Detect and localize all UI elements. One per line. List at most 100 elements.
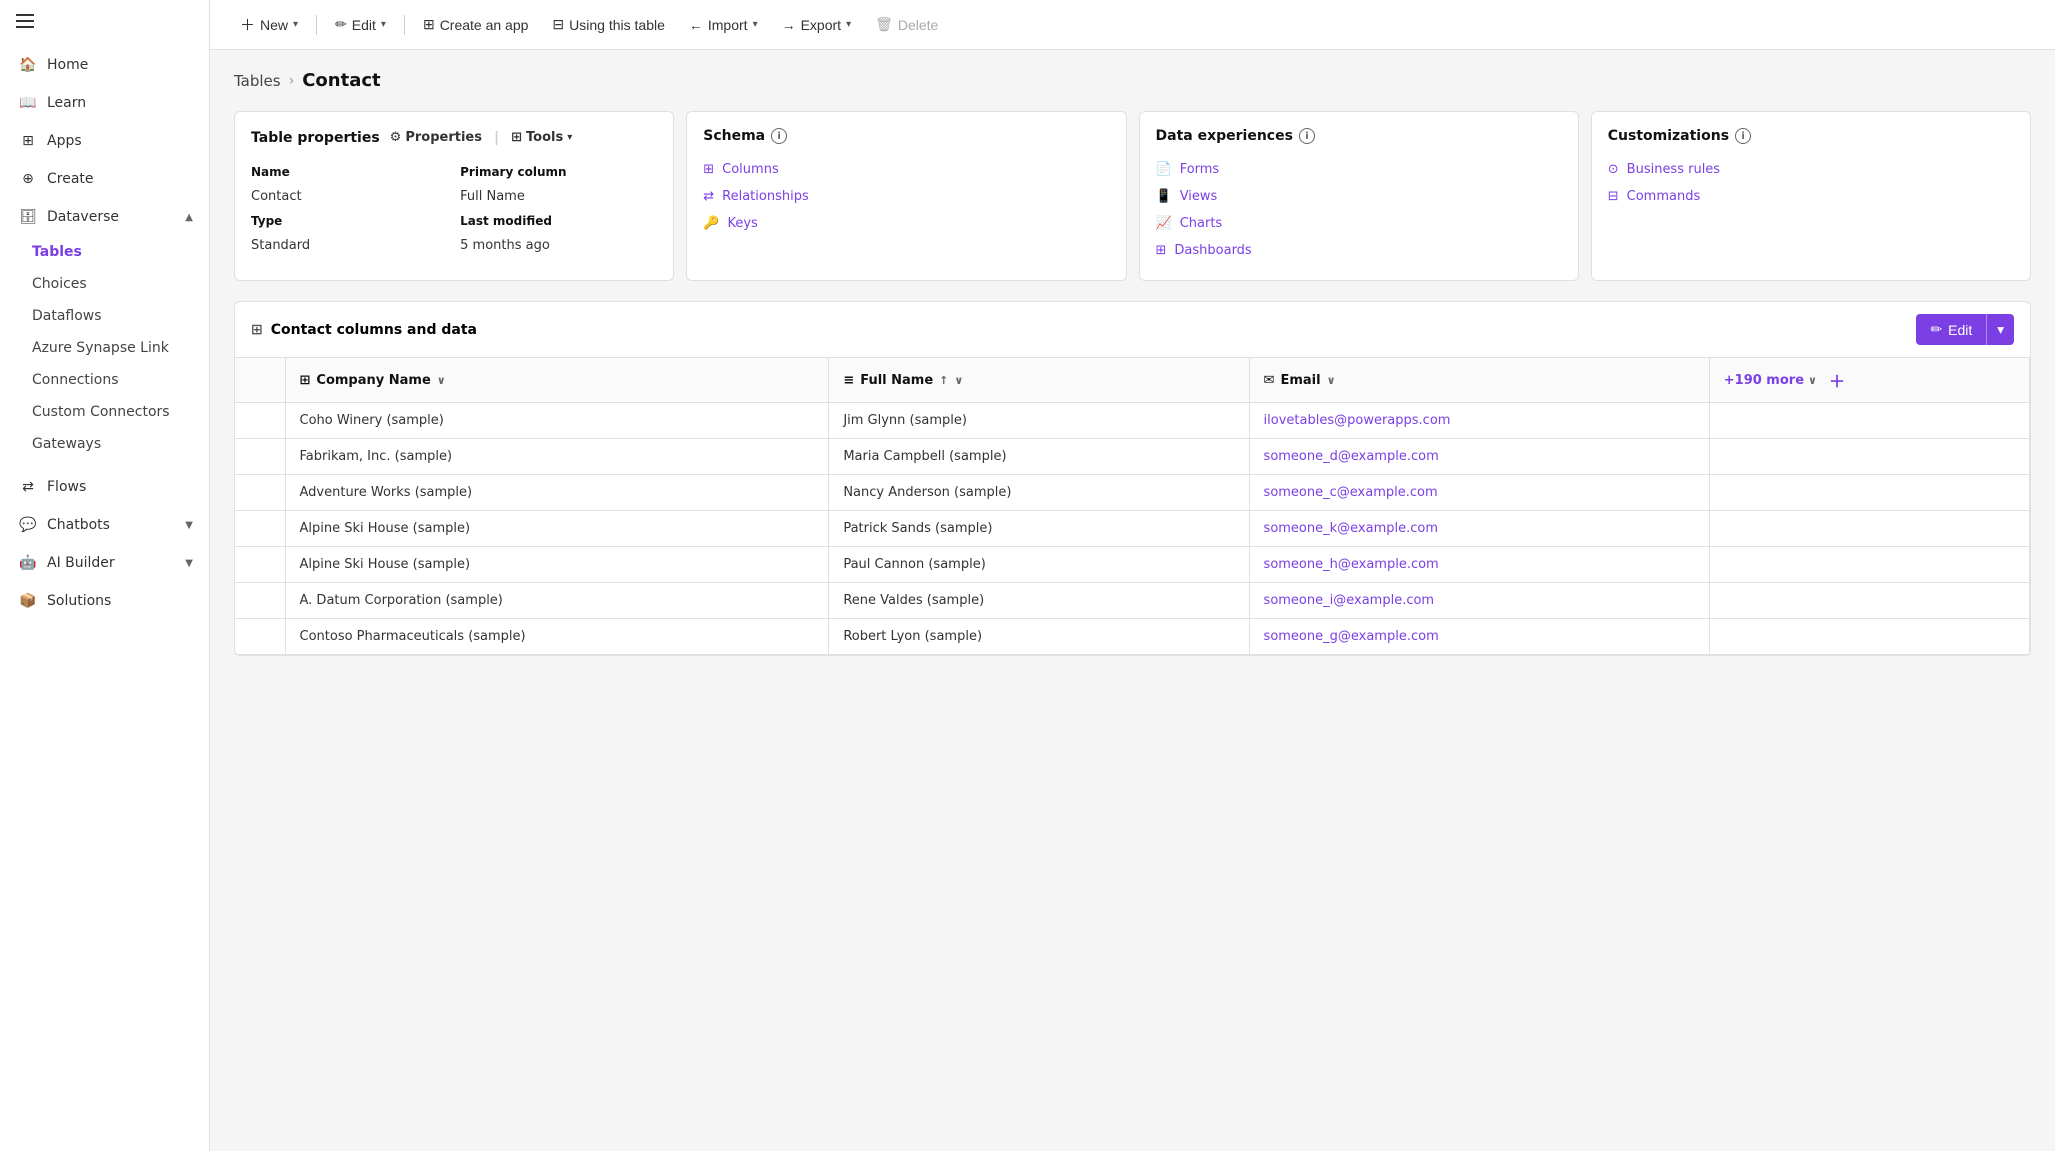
fullname-sort-icon: ∨ <box>954 374 963 387</box>
sidebar-item-flows[interactable]: ⇄ Flows <box>0 468 209 506</box>
row-fullname: Jim Glynn (sample) <box>829 403 1249 439</box>
tools-button[interactable]: ⊞ Tools ▾ <box>507 128 576 147</box>
data-edit-button[interactable]: ✏ Edit <box>1916 314 1986 345</box>
ai-icon: 🤖 <box>19 554 37 572</box>
th-more-cols[interactable]: +190 more ∨ ＋ <box>1709 358 2029 403</box>
data-table-section: ⊞ Contact columns and data ✏ Edit ▾ <box>234 301 2031 656</box>
forms-link[interactable]: 📄 Forms <box>1156 156 1562 183</box>
dataverse-chevron-icon: ▲ <box>185 212 193 223</box>
sidebar-item-create[interactable]: ⊕ Create <box>0 160 209 198</box>
data-experiences-title: Data experiences i <box>1156 128 1562 144</box>
row-extra <box>1709 403 2029 439</box>
columns-link[interactable]: ⊞ Columns <box>703 156 1109 183</box>
fullname-sort-asc-icon: ↑ <box>939 374 948 387</box>
row-email: someone_c@example.com <box>1249 475 1709 511</box>
relationships-link[interactable]: ⇄ Relationships <box>703 183 1109 210</box>
sidebar-item-custom-connectors[interactable]: Custom Connectors <box>0 396 209 428</box>
properties-button[interactable]: ⚙ Properties <box>386 128 486 147</box>
sidebar-item-learn[interactable]: 📖 Learn <box>0 84 209 122</box>
using-table-button[interactable]: ⊟ Using this table <box>542 10 674 39</box>
type-label: Type <box>251 214 448 228</box>
business-rules-icon: ⊙ <box>1608 162 1619 177</box>
row-email: someone_k@example.com <box>1249 511 1709 547</box>
table-header-row: ⊞ Company Name ∨ ≡ Full Name ↑ ∨ <box>235 358 2030 403</box>
sidebar-item-gateways[interactable]: Gateways <box>0 428 209 460</box>
row-company: Alpine Ski House (sample) <box>285 511 829 547</box>
sidebar-bottom-nav: ⇄ Flows 💬 Chatbots ▼ 🤖 AI Builder ▼ 📦 So… <box>0 464 209 624</box>
commands-link[interactable]: ⊟ Commands <box>1608 183 2014 210</box>
business-rules-link[interactable]: ⊙ Business rules <box>1608 156 2014 183</box>
forms-icon: 📄 <box>1156 162 1172 177</box>
views-link[interactable]: 📱 Views <box>1156 183 1562 210</box>
row-checkbox-cell <box>235 439 285 475</box>
import-icon: ← <box>689 17 703 33</box>
row-email: someone_d@example.com <box>1249 439 1709 475</box>
th-fullname[interactable]: ≡ Full Name ↑ ∨ <box>829 358 1249 403</box>
dashboards-link[interactable]: ⊞ Dashboards <box>1156 237 1562 264</box>
create-app-icon: ⊞ <box>423 16 435 33</box>
sidebar-item-choices[interactable]: Choices <box>0 268 209 300</box>
delete-icon: 🗑 <box>875 16 893 33</box>
edit-button[interactable]: ✏ Edit ▾ <box>325 10 396 39</box>
toolbar: ＋ New ▾ ✏ Edit ▾ ⊞ Create an app ⊟ Using… <box>210 0 2055 50</box>
main-content: ＋ New ▾ ✏ Edit ▾ ⊞ Create an app ⊟ Using… <box>210 0 2055 1151</box>
sidebar-item-home[interactable]: 🏠 Home <box>0 46 209 84</box>
table-row: Adventure Works (sample)Nancy Anderson (… <box>235 475 2030 511</box>
export-chevron-icon: ▾ <box>846 19 851 30</box>
data-table-header: ⊞ Contact columns and data ✏ Edit ▾ <box>235 302 2030 358</box>
sidebar-main-nav: 🏠 Home 📖 Learn ⊞ Apps ⊕ Create 🗄 Dataver… <box>0 42 209 464</box>
add-column-button[interactable]: ＋ <box>1829 368 1845 392</box>
new-plus-icon: ＋ <box>240 14 255 35</box>
sidebar-item-solutions[interactable]: 📦 Solutions <box>0 582 209 620</box>
sidebar-item-azure-synapse[interactable]: Azure Synapse Link <box>0 332 209 364</box>
ai-builder-chevron-icon: ▼ <box>185 558 193 569</box>
data-table-title: ⊞ Contact columns and data <box>251 322 477 338</box>
breadcrumb-tables-link[interactable]: Tables <box>234 72 281 90</box>
data-edit-chevron[interactable]: ▾ <box>1986 314 2014 345</box>
breadcrumb-separator: › <box>289 73 295 89</box>
th-company[interactable]: ⊞ Company Name ∨ <box>285 358 829 403</box>
sidebar-item-dataflows[interactable]: Dataflows <box>0 300 209 332</box>
new-button[interactable]: ＋ New ▾ <box>230 8 308 41</box>
name-value: Contact <box>251 189 448 204</box>
charts-link[interactable]: 📈 Charts <box>1156 210 1562 237</box>
export-button[interactable]: → Export ▾ <box>772 11 862 39</box>
sidebar-item-apps[interactable]: ⊞ Apps <box>0 122 209 160</box>
table-properties-card: Table properties ⚙ Properties | ⊞ Tools … <box>234 111 674 281</box>
keys-link[interactable]: 🔑 Keys <box>703 210 1109 237</box>
table-row: Contoso Pharmaceuticals (sample)Robert L… <box>235 619 2030 655</box>
tools-icon: ⊞ <box>511 130 522 145</box>
sidebar-item-ai-builder[interactable]: 🤖 AI Builder ▼ <box>0 544 209 582</box>
schema-card: Schema i ⊞ Columns ⇄ Relationships 🔑 Key… <box>686 111 1126 281</box>
charts-icon: 📈 <box>1156 216 1172 231</box>
tools-chevron-icon: ▾ <box>567 132 572 143</box>
create-app-button[interactable]: ⊞ Create an app <box>413 10 538 39</box>
row-extra <box>1709 439 2029 475</box>
table-row: Coho Winery (sample)Jim Glynn (sample)il… <box>235 403 2030 439</box>
table-row: A. Datum Corporation (sample)Rene Valdes… <box>235 583 2030 619</box>
more-cols-label[interactable]: +190 more <box>1724 373 1804 388</box>
row-extra <box>1709 619 2029 655</box>
customizations-info-icon: i <box>1735 128 1751 144</box>
customizations-card: Customizations i ⊙ Business rules ⊟ Comm… <box>1591 111 2031 281</box>
hamburger-menu[interactable] <box>16 14 34 28</box>
row-checkbox-cell <box>235 511 285 547</box>
row-checkbox-cell <box>235 403 285 439</box>
row-company: Adventure Works (sample) <box>285 475 829 511</box>
sidebar-item-dataverse[interactable]: 🗄 Dataverse ▲ <box>0 198 209 236</box>
th-email[interactable]: ✉ Email ∨ <box>1249 358 1709 403</box>
edit-chevron-icon: ▾ <box>1997 322 2004 337</box>
relationships-icon: ⇄ <box>703 189 714 204</box>
row-extra <box>1709 583 2029 619</box>
sidebar-item-tables[interactable]: Tables <box>0 236 209 268</box>
table-properties-title: Table properties ⚙ Properties | ⊞ Tools … <box>251 128 657 147</box>
delete-button[interactable]: 🗑 Delete <box>865 10 948 39</box>
sidebar-item-connections[interactable]: Connections <box>0 364 209 396</box>
views-icon: 📱 <box>1156 189 1172 204</box>
import-chevron-icon: ▾ <box>753 19 758 30</box>
cards-row: Table properties ⚙ Properties | ⊞ Tools … <box>234 111 2031 281</box>
import-button[interactable]: ← Import ▾ <box>679 11 768 39</box>
toolbar-sep-2 <box>404 15 405 35</box>
keys-icon: 🔑 <box>703 216 719 231</box>
sidebar-item-chatbots[interactable]: 💬 Chatbots ▼ <box>0 506 209 544</box>
